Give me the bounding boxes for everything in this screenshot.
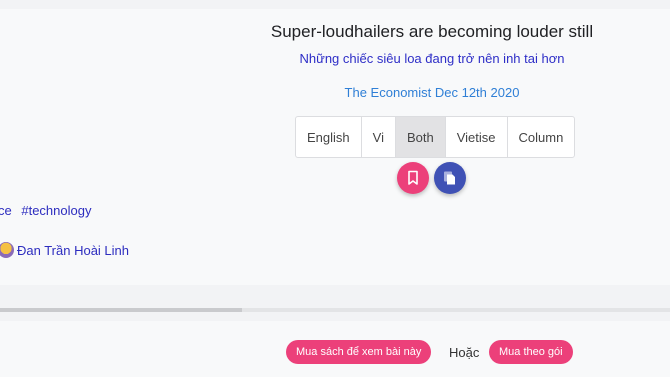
divider-fill <box>0 308 242 312</box>
lang-option-vi[interactable]: Vi <box>362 117 396 157</box>
article-title: Super-loudhailers are becoming louder st… <box>270 22 594 41</box>
avatar <box>0 242 14 258</box>
language-toggle-group: English Vi Both Vietise Column <box>295 116 576 158</box>
copy-icon <box>444 171 455 185</box>
author-row[interactable]: Đan Trần Hoài Linh <box>0 242 129 258</box>
section-divider <box>0 308 670 312</box>
article-subtitle: Những chiếc siêu loa đang trở nên inh ta… <box>299 51 565 66</box>
bookmark-button[interactable] <box>397 162 429 194</box>
lang-option-english[interactable]: English <box>296 117 362 157</box>
buy-book-button[interactable]: Mua sách để xem bài này <box>286 340 432 364</box>
subscribe-button[interactable]: Mua theo gói <box>489 340 573 364</box>
article-source[interactable]: The Economist Dec 12th 2020 <box>200 85 664 100</box>
lang-option-column[interactable]: Column <box>508 117 575 157</box>
tag-list: ce #technology <box>0 203 97 218</box>
lang-option-both[interactable]: Both <box>395 117 446 157</box>
or-label: Hoặc <box>449 345 480 360</box>
tag-item[interactable]: ce <box>0 203 12 218</box>
author-name[interactable]: Đan Trần Hoài Linh <box>17 243 129 258</box>
lang-option-vietise[interactable]: Vietise <box>446 117 508 157</box>
copy-button[interactable] <box>434 162 466 194</box>
bookmark-icon <box>408 170 418 185</box>
tag-item[interactable]: #technology <box>21 203 91 218</box>
